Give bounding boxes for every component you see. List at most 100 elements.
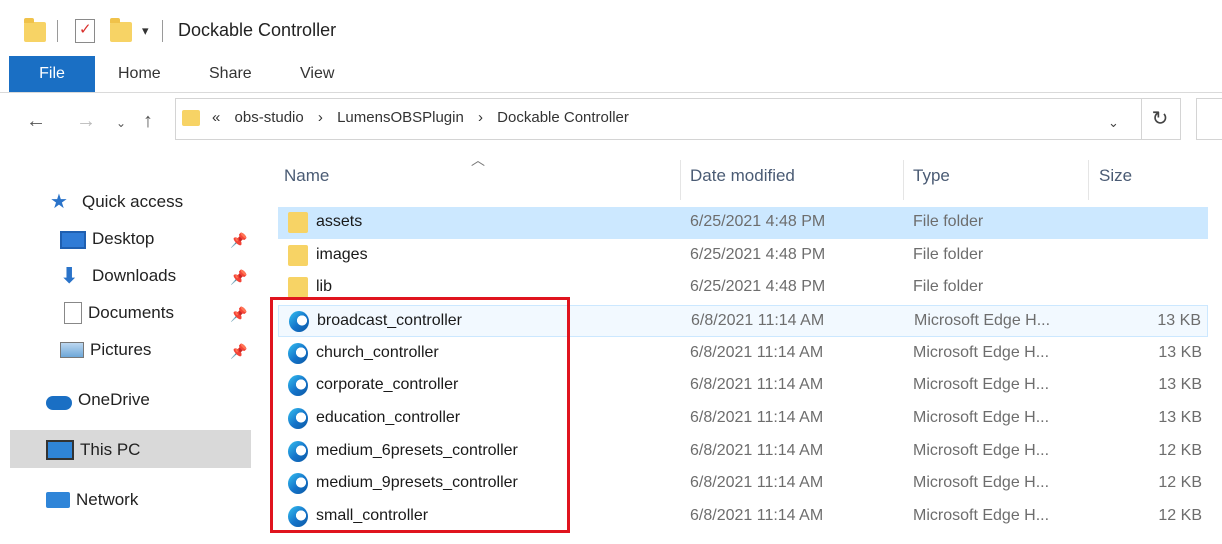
new-folder-icon[interactable] bbox=[110, 18, 132, 42]
breadcrumb-lumensobsplugin[interactable]: LumensOBSPlugin bbox=[337, 109, 464, 126]
tab-view[interactable]: View bbox=[300, 56, 334, 92]
pin-icon[interactable]: 📌 bbox=[230, 232, 247, 249]
navigation-pane: ★ Quick access Desktop 📌 ⬇ Downloads 📌 D… bbox=[0, 154, 270, 544]
sidebar-item-label: Documents bbox=[88, 303, 174, 322]
refresh-button[interactable]: ↻ bbox=[1140, 98, 1181, 140]
folder-icon bbox=[288, 277, 308, 298]
sidebar-item-label: Network bbox=[76, 490, 139, 509]
breadcrumb-separator[interactable]: › bbox=[478, 109, 483, 126]
file-name: corporate_controller bbox=[316, 376, 459, 393]
search-input[interactable] bbox=[1196, 98, 1222, 140]
tab-home[interactable]: Home bbox=[118, 56, 161, 92]
divider bbox=[57, 20, 58, 42]
file-name: education_controller bbox=[316, 409, 461, 426]
file-name: small_controller bbox=[316, 507, 429, 524]
file-size: 13 KB bbox=[1157, 312, 1201, 329]
sort-ascending-icon: ︿ bbox=[471, 152, 485, 168]
file-name: church_controller bbox=[316, 344, 439, 361]
column-divider[interactable] bbox=[903, 160, 904, 200]
sidebar-item-desktop[interactable]: Desktop bbox=[60, 222, 154, 256]
up-arrow-icon[interactable]: ↑ bbox=[143, 110, 153, 133]
breadcrumb-overflow[interactable]: « bbox=[212, 109, 220, 126]
file-name: assets bbox=[316, 213, 363, 230]
sidebar-item-documents[interactable]: Documents bbox=[60, 296, 174, 330]
column-header-date[interactable]: Date modified bbox=[690, 166, 795, 186]
file-date: 6/8/2021 11:14 AM bbox=[690, 507, 824, 524]
sidebar-item-label: Desktop bbox=[92, 229, 155, 248]
star-icon: ★ bbox=[50, 191, 68, 213]
file-size: 12 KB bbox=[1158, 474, 1202, 491]
address-bar[interactable]: « obs-studio › LumensOBSPlugin › Dockabl… bbox=[175, 98, 1142, 140]
table-row[interactable]: corporate_controller 6/8/2021 11:14 AM M… bbox=[278, 370, 1208, 402]
column-header-type[interactable]: Type bbox=[913, 166, 950, 186]
column-divider[interactable] bbox=[1088, 160, 1089, 200]
properties-icon[interactable] bbox=[75, 19, 95, 43]
pictures-icon bbox=[60, 342, 84, 358]
navigation-bar: ← → ⌄ ↑ « obs-studio › LumensOBSPlugin ›… bbox=[0, 92, 1222, 154]
back-arrow-icon[interactable]: ← bbox=[26, 110, 46, 133]
table-row[interactable]: medium_6presets_controller 6/8/2021 11:1… bbox=[278, 436, 1208, 468]
table-row[interactable]: small_controller 6/8/2021 11:14 AM Micro… bbox=[278, 501, 1208, 533]
folder-icon[interactable] bbox=[24, 18, 46, 42]
chevron-down-icon[interactable]: ⌄ bbox=[1108, 115, 1119, 131]
breadcrumb-obs-studio[interactable]: obs-studio bbox=[235, 109, 304, 126]
sidebar-item-label: OneDrive bbox=[78, 390, 150, 409]
table-row[interactable]: broadcast_controller 6/8/2021 11:14 AM M… bbox=[278, 305, 1208, 337]
file-date: 6/25/2021 4:48 PM bbox=[690, 213, 826, 230]
edge-icon bbox=[289, 311, 309, 332]
file-date: 6/8/2021 11:14 AM bbox=[691, 312, 825, 329]
column-header-name[interactable]: Name bbox=[284, 166, 329, 186]
sidebar-item-quick-access[interactable]: ★ Quick access bbox=[50, 185, 183, 219]
file-date: 6/8/2021 11:14 AM bbox=[690, 474, 824, 491]
breadcrumb-dockable-controller[interactable]: Dockable Controller bbox=[497, 109, 629, 126]
sidebar-item-label: This PC bbox=[80, 440, 141, 459]
table-row[interactable]: lib 6/25/2021 4:48 PM File folder bbox=[278, 272, 1208, 304]
forward-arrow-icon[interactable]: → bbox=[76, 110, 96, 133]
file-type: Microsoft Edge H... bbox=[913, 442, 1050, 459]
file-size: 12 KB bbox=[1158, 507, 1202, 524]
file-date: 6/25/2021 4:48 PM bbox=[690, 278, 826, 295]
breadcrumb-separator[interactable]: › bbox=[318, 109, 323, 126]
refresh-icon: ↻ bbox=[1151, 108, 1169, 130]
edge-icon bbox=[288, 506, 308, 527]
table-row[interactable]: assets 6/25/2021 4:48 PM File folder bbox=[278, 207, 1208, 239]
table-row[interactable]: images 6/25/2021 4:48 PM File folder bbox=[278, 240, 1208, 272]
sidebar-item-label: Quick access bbox=[82, 192, 184, 211]
tab-share[interactable]: Share bbox=[209, 56, 252, 92]
document-icon bbox=[64, 302, 82, 324]
desktop-icon bbox=[60, 231, 86, 249]
file-date: 6/8/2021 11:14 AM bbox=[690, 376, 824, 393]
table-row[interactable]: church_controller 6/8/2021 11:14 AM Micr… bbox=[278, 338, 1208, 370]
table-row[interactable]: education_controller 6/8/2021 11:14 AM M… bbox=[278, 403, 1208, 435]
file-date: 6/25/2021 4:48 PM bbox=[690, 246, 826, 263]
pin-icon[interactable]: 📌 bbox=[230, 343, 247, 360]
column-divider[interactable] bbox=[680, 160, 681, 200]
pin-icon[interactable]: 📌 bbox=[230, 306, 247, 323]
computer-icon bbox=[46, 440, 74, 460]
sidebar-item-downloads[interactable]: ⬇ Downloads bbox=[60, 259, 176, 293]
folder-icon bbox=[182, 110, 200, 126]
sidebar-item-network[interactable]: Network bbox=[46, 483, 138, 517]
breadcrumb: « obs-studio › LumensOBSPlugin › Dockabl… bbox=[212, 109, 639, 126]
column-header-size[interactable]: Size bbox=[1099, 166, 1132, 186]
file-size: 13 KB bbox=[1158, 344, 1202, 361]
file-date: 6/8/2021 11:14 AM bbox=[690, 409, 824, 426]
download-icon: ⬇ bbox=[60, 263, 79, 288]
file-date: 6/8/2021 11:14 AM bbox=[690, 442, 824, 459]
table-row[interactable]: medium_9presets_controller 6/8/2021 11:1… bbox=[278, 468, 1208, 500]
file-type: Microsoft Edge H... bbox=[913, 344, 1050, 361]
edge-icon bbox=[288, 441, 308, 462]
recent-locations-icon[interactable]: ⌄ bbox=[116, 116, 126, 130]
divider bbox=[162, 20, 163, 42]
sidebar-item-pictures[interactable]: Pictures bbox=[60, 333, 151, 367]
pin-icon[interactable]: 📌 bbox=[230, 269, 247, 286]
file-name: lib bbox=[316, 278, 333, 295]
folder-icon bbox=[288, 245, 308, 266]
tab-file[interactable]: File bbox=[9, 56, 95, 92]
file-size: 13 KB bbox=[1158, 409, 1202, 426]
sidebar-item-this-pc[interactable]: This PC bbox=[46, 433, 140, 467]
sidebar-item-onedrive[interactable]: OneDrive bbox=[46, 383, 150, 417]
window-title: Dockable Controller bbox=[178, 20, 337, 40]
sidebar-item-label: Downloads bbox=[92, 266, 177, 285]
customize-quick-access-icon[interactable]: ▾ bbox=[142, 23, 149, 39]
